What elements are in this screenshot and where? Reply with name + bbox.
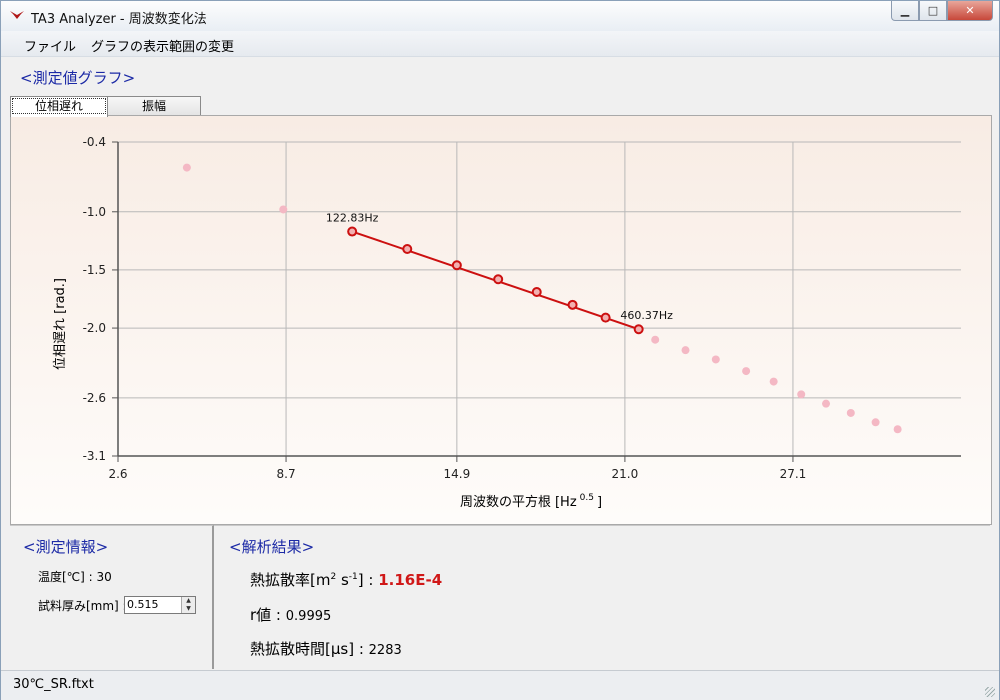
maximize-icon: □ (927, 4, 939, 17)
x-tick-label: 21.0 (612, 467, 639, 481)
menu-file[interactable]: ファイル (24, 36, 76, 55)
x-axis-unit-end: ] (597, 495, 602, 510)
r-value-label: r値 : (250, 606, 286, 624)
window-controls: ▁ □ ✕ (891, 1, 993, 21)
x-tick-label: 2.6 (108, 467, 127, 481)
excluded-data-point (182, 163, 191, 172)
window-title: TA3 Analyzer - 周波数変化法 (31, 12, 207, 27)
fit-data-point (347, 226, 358, 237)
analysis-result-title: <解析結果> (229, 538, 315, 556)
frequency-annotation: 122.83Hz (326, 212, 379, 225)
y-tick-label: -2.6 (83, 391, 106, 405)
minimize-icon: ▁ (900, 4, 910, 17)
menu-bar: ファイル グラフの表示範囲の変更 (1, 31, 999, 57)
temperature-value: 30 (96, 570, 112, 584)
thickness-label: 試料厚み[mm] : (38, 599, 127, 613)
close-icon: ✕ (965, 4, 975, 17)
fit-data-point (493, 274, 504, 285)
excluded-data-point (822, 399, 831, 408)
y-tick-label: -2.0 (83, 321, 106, 335)
x-axis-label: 周波数の平方根 [Hz 0.5] (460, 493, 602, 510)
tab-amplitude-label: 振幅 (141, 99, 166, 113)
diffusion-time-label: 熱拡散時間[μs] : (250, 640, 369, 658)
diffusion-time-value: 2283 (368, 643, 402, 658)
title-bar[interactable]: TA3 Analyzer - 周波数変化法 ▁ □ ✕ (1, 1, 999, 32)
x-axis-label-text: 周波数の平方根 (460, 494, 551, 510)
y-tick-label: -1.5 (83, 263, 106, 277)
fit-data-point (633, 324, 644, 335)
fit-data-point (402, 243, 413, 254)
diffusivity-label-pre: 熱拡散率[m (250, 571, 331, 589)
temperature-label: 温度[℃] : 30 (38, 568, 112, 585)
excluded-data-point (742, 367, 751, 376)
measurement-info-title: <測定情報> (23, 538, 109, 556)
excluded-data-point (893, 425, 902, 434)
r-value-row: r値 : 0.9995 (250, 604, 331, 625)
x-tick-label: 27.1 (780, 467, 807, 481)
app-logo-icon (10, 11, 24, 19)
status-filename: 30℃_SR.ftxt (13, 677, 94, 692)
diffusivity-row: 熱拡散率[m2 s-1] : 1.16E-4 (250, 569, 442, 590)
maximize-button[interactable]: □ (919, 1, 947, 21)
excluded-data-point (681, 346, 690, 355)
bottom-area: <測定情報> 温度[℃] : 30 試料厚み[mm] : 0.515 ▲ ▼ <… (10, 525, 990, 669)
fit-data-point (531, 287, 542, 298)
y-tick-label: -1.0 (83, 205, 106, 219)
x-tick-label: 14.9 (443, 467, 470, 481)
phase-delay-chart: 2.6 8.7 14.9 21.0 27.1 -0.4 -1.0 -1.5 -2.0 -2.6 -3… (53, 135, 961, 510)
tab-amplitude[interactable]: 振幅 (107, 96, 201, 116)
app-window: TA3 Analyzer - 周波数変化法 ▁ □ ✕ ファイル グラフの表示範… (0, 0, 1000, 700)
x-axis-unit-sup: 0.5 (580, 493, 594, 503)
fit-data-point (567, 299, 578, 310)
stepper-up-icon[interactable]: ▲ (182, 597, 195, 605)
excluded-data-point (279, 205, 288, 214)
minimize-button[interactable]: ▁ (891, 1, 919, 21)
thickness-stepper[interactable]: 0.515 ▲ ▼ (124, 596, 196, 614)
frequency-annotation: 460.37Hz (620, 309, 673, 322)
diffusivity-sup2: -1 (348, 572, 358, 582)
graph-section-title: <測定値グラフ> (20, 69, 136, 87)
y-tick-label: -3.1 (83, 449, 106, 463)
status-bar: 30℃_SR.ftxt (1, 670, 999, 700)
diffusivity-post: ] : (357, 571, 379, 589)
excluded-data-point (769, 377, 778, 386)
temperature-label-text: 温度[℃] : (38, 570, 97, 584)
stepper-buttons: ▲ ▼ (181, 597, 195, 613)
fit-data-point (451, 260, 462, 271)
excluded-data-point (797, 390, 806, 399)
r-value: 0.9995 (285, 609, 332, 624)
fit-data-point (600, 312, 611, 323)
measurement-info-panel: <測定情報> 温度[℃] : 30 試料厚み[mm] : 0.515 ▲ ▼ (10, 525, 214, 669)
y-axis-label: 位相遅れ [rad.] (53, 278, 68, 370)
close-button[interactable]: ✕ (947, 1, 993, 21)
diffusivity-mid: s (336, 571, 349, 589)
diffusion-time-row: 熱拡散時間[μs] : 2283 (250, 638, 402, 659)
analysis-result-panel: <解析結果> 熱拡散率[m2 s-1] : 1.16E-4 r値 : 0.999… (214, 525, 990, 669)
excluded-data-point (711, 355, 720, 364)
tab-phase-delay-label: 位相遅れ (11, 98, 106, 114)
excluded-data-point (651, 335, 660, 344)
thickness-value[interactable]: 0.515 (127, 597, 159, 613)
excluded-data-point (846, 408, 855, 417)
excluded-data-point (871, 418, 880, 427)
resize-grip-icon[interactable] (985, 687, 995, 697)
x-tick-label: 8.7 (277, 467, 296, 481)
y-tick-label: -0.4 (83, 135, 106, 149)
menu-graph-range[interactable]: グラフの表示範囲の変更 (91, 36, 234, 55)
chart-panel: 2.6 8.7 14.9 21.0 27.1 -0.4 -1.0 -1.5 -2.0 -2.6 -3… (10, 115, 992, 525)
stepper-down-icon[interactable]: ▼ (182, 605, 195, 613)
diffusivity-value: 1.16E-4 (378, 571, 443, 589)
x-axis-unit-base: [Hz (555, 495, 577, 510)
tab-phase-delay[interactable]: 位相遅れ (10, 96, 108, 117)
